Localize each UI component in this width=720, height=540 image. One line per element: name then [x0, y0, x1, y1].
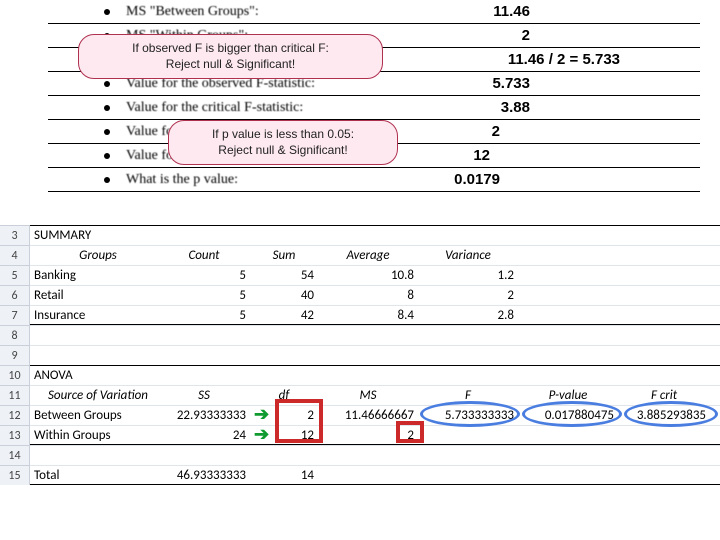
spreadsheet-panel: 3 4 5 6 7 8 9 10 11 12 13 14 15 SUMMARY … — [0, 225, 720, 540]
cell[interactable]: Retail — [34, 286, 162, 306]
highlight-box-df — [275, 399, 323, 443]
anova-title[interactable]: ANOVA — [34, 366, 162, 386]
cell[interactable]: 5 — [162, 266, 254, 286]
row-header[interactable]: 5 — [0, 265, 30, 285]
col-ms[interactable]: MS — [322, 386, 422, 406]
fill-in-panel: MS "Between Groups":11.46 MS "Within Gro… — [0, 0, 720, 225]
cell[interactable]: 8.4 — [322, 306, 422, 326]
line-5: Value for the critical F-statistic:3.88 — [48, 96, 700, 120]
row-header[interactable]: 13 — [0, 425, 30, 445]
callout-f-rule: If observed F is bigger than critical F:… — [78, 34, 383, 79]
cell[interactable]: 46.93333333 — [162, 466, 254, 486]
cell[interactable]: 22.93333333 — [162, 406, 254, 426]
cell[interactable]: Insurance — [34, 306, 162, 326]
cell[interactable]: 42 — [254, 306, 322, 326]
row-header[interactable]: 9 — [0, 345, 30, 365]
cell[interactable]: 8 — [322, 286, 422, 306]
anova-header-row: Source of Variation SS df MS F P-value F… — [30, 385, 720, 405]
anova-total-row: Total 46.93333333 14 — [30, 465, 720, 485]
blank-row — [30, 345, 720, 365]
row-header[interactable]: 4 — [0, 245, 30, 265]
blank-row — [30, 325, 720, 345]
callout-text: Reject null & Significant! — [183, 143, 383, 159]
arrow-icon: ➔ — [254, 403, 269, 425]
col-variance[interactable]: Variance — [422, 246, 522, 266]
line-1: MS "Between Groups":11.46 — [48, 0, 700, 24]
table-row: Banking 5 54 10.8 1.2 — [30, 265, 720, 285]
summary-title-row: SUMMARY — [30, 225, 720, 245]
col-src[interactable]: Source of Variation — [34, 386, 162, 406]
blank-row — [30, 445, 720, 465]
cell[interactable]: 24 — [162, 426, 254, 446]
row-header[interactable]: 11 — [0, 385, 30, 405]
highlight-box-ms — [396, 421, 424, 443]
row-header[interactable]: 7 — [0, 305, 30, 325]
highlight-oval-p — [522, 401, 622, 427]
col-sum[interactable]: Sum — [254, 246, 322, 266]
line-8: What is the p value:0.0179 — [48, 168, 700, 192]
cell[interactable]: 1.2 — [422, 266, 522, 286]
cell[interactable]: 40 — [254, 286, 322, 306]
callout-text: Reject null & Significant! — [93, 57, 368, 73]
arrow-icon: ➔ — [254, 423, 269, 445]
row-header[interactable]: 14 — [0, 445, 30, 465]
cell[interactable]: Banking — [34, 266, 162, 286]
row-header[interactable]: 8 — [0, 325, 30, 345]
cell[interactable]: 54 — [254, 266, 322, 286]
cell[interactable]: 14 — [254, 466, 322, 486]
table-row: Insurance 5 42 8.4 2.8 — [30, 305, 720, 325]
col-count[interactable]: Count — [162, 246, 254, 266]
callout-text: If observed F is bigger than critical F: — [93, 41, 368, 57]
summary-title[interactable]: SUMMARY — [34, 226, 162, 246]
cell[interactable]: Within Groups — [34, 426, 162, 446]
highlight-oval-f — [420, 401, 520, 427]
row-header[interactable]: 12 — [0, 405, 30, 425]
cell[interactable]: 2.8 — [422, 306, 522, 326]
cell[interactable]: 5 — [162, 306, 254, 326]
row-header[interactable]: 10 — [0, 365, 30, 385]
row-header[interactable]: 15 — [0, 465, 30, 485]
callout-text: If p value is less than 0.05: — [183, 127, 383, 143]
col-groups[interactable]: Groups — [34, 246, 162, 266]
col-ss[interactable]: SS — [162, 386, 254, 406]
cell[interactable]: 2 — [422, 286, 522, 306]
cell[interactable]: Total — [34, 466, 162, 486]
anova-title-row: ANOVA — [30, 365, 720, 385]
row-header[interactable]: 6 — [0, 285, 30, 305]
cell[interactable]: 5 — [162, 286, 254, 306]
cell[interactable]: 10.8 — [322, 266, 422, 286]
row-header[interactable]: 3 — [0, 225, 30, 245]
callout-p-rule: If p value is less than 0.05: Reject nul… — [168, 120, 398, 165]
table-row: Retail 5 40 8 2 — [30, 285, 720, 305]
col-average[interactable]: Average — [322, 246, 422, 266]
table-row: Within Groups 24 12 2 — [30, 425, 720, 445]
cell[interactable]: Between Groups — [34, 406, 162, 426]
summary-header-row: Groups Count Sum Average Variance — [30, 245, 720, 265]
highlight-oval-fcrit — [624, 401, 718, 427]
